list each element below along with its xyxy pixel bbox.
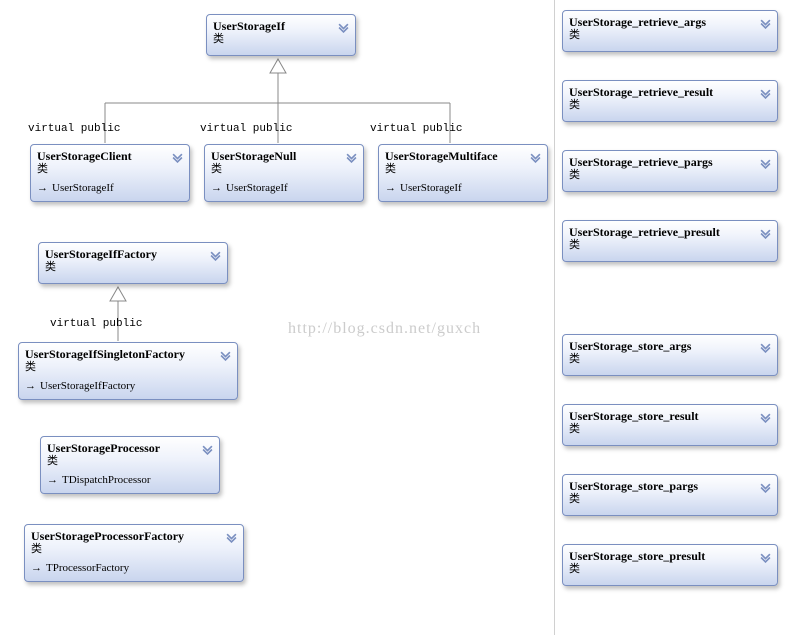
- class-stereotype: 类: [45, 261, 221, 274]
- class-title: UserStorage_retrieve_pargs: [569, 155, 771, 169]
- class-inherits: →UserStorageIf: [37, 182, 183, 194]
- class-title: UserStorage_store_pargs: [569, 479, 771, 493]
- class-stereotype: 类: [569, 563, 771, 576]
- inherit-arrow-icon: →: [37, 183, 48, 194]
- class-title: UserStorageProcessor: [47, 441, 213, 455]
- class-inherits: →UserStorageIfFactory: [25, 380, 231, 392]
- class-inherits: →TDispatchProcessor: [47, 474, 213, 486]
- class-stereotype: 类: [569, 29, 771, 42]
- class-stereotype: 类: [211, 163, 357, 176]
- class-title: UserStorageNull: [211, 149, 357, 163]
- class-inherits: →UserStorageIf: [211, 182, 357, 194]
- inheritance-label: virtual public: [370, 123, 462, 135]
- inheritance-label: virtual public: [50, 318, 142, 330]
- diagram-canvas: virtual public virtual public virtual pu…: [0, 0, 792, 635]
- class-userstorageprocessorfactory[interactable]: UserStorageProcessorFactory 类 →TProcesso…: [24, 524, 244, 582]
- class-stereotype: 类: [569, 353, 771, 366]
- inherit-arrow-icon: →: [31, 563, 42, 574]
- class-userstorageifsingletonfactory[interactable]: UserStorageIfSingletonFactory 类 →UserSto…: [18, 342, 238, 400]
- vertical-divider: [554, 0, 555, 635]
- class-title: UserStorageClient: [37, 149, 183, 163]
- inherit-arrow-icon: →: [385, 183, 396, 194]
- class-stereotype: 类: [569, 99, 771, 112]
- class-title: UserStorage_store_presult: [569, 549, 771, 563]
- class-title: UserStorageIf: [213, 19, 349, 33]
- class-title: UserStorageProcessorFactory: [31, 529, 237, 543]
- class-userstorageclient[interactable]: UserStorageClient 类 →UserStorageIf: [30, 144, 190, 202]
- class-stereotype: 类: [37, 163, 183, 176]
- class-store-args[interactable]: UserStorage_store_args 类: [562, 334, 778, 376]
- inherit-arrow-icon: →: [47, 475, 58, 486]
- class-store-result[interactable]: UserStorage_store_result 类: [562, 404, 778, 446]
- class-retrieve-pargs[interactable]: UserStorage_retrieve_pargs 类: [562, 150, 778, 192]
- class-stereotype: 类: [569, 239, 771, 252]
- class-inherits: →UserStorageIf: [385, 182, 541, 194]
- watermark-text: http://blog.csdn.net/guxch: [288, 320, 481, 338]
- class-title: UserStorageIfSingletonFactory: [25, 347, 231, 361]
- class-retrieve-args[interactable]: UserStorage_retrieve_args 类: [562, 10, 778, 52]
- class-store-presult[interactable]: UserStorage_store_presult 类: [562, 544, 778, 586]
- class-store-pargs[interactable]: UserStorage_store_pargs 类: [562, 474, 778, 516]
- class-userstorageiffactory[interactable]: UserStorageIfFactory 类: [38, 242, 228, 284]
- class-title: UserStorage_retrieve_presult: [569, 225, 771, 239]
- class-stereotype: 类: [385, 163, 541, 176]
- class-stereotype: 类: [569, 423, 771, 436]
- inherit-arrow-icon: →: [25, 381, 36, 392]
- class-retrieve-presult[interactable]: UserStorage_retrieve_presult 类: [562, 220, 778, 262]
- class-userstorageprocessor[interactable]: UserStorageProcessor 类 →TDispatchProcess…: [40, 436, 220, 494]
- class-retrieve-result[interactable]: UserStorage_retrieve_result 类: [562, 80, 778, 122]
- inheritance-label: virtual public: [200, 123, 292, 135]
- inheritance-label: virtual public: [28, 123, 120, 135]
- class-title: UserStorageIfFactory: [45, 247, 221, 261]
- class-title: UserStorageMultiface: [385, 149, 541, 163]
- class-stereotype: 类: [569, 493, 771, 506]
- class-userstoragenull[interactable]: UserStorageNull 类 →UserStorageIf: [204, 144, 364, 202]
- class-stereotype: 类: [25, 361, 231, 374]
- class-inherits: →TProcessorFactory: [31, 562, 237, 574]
- class-stereotype: 类: [31, 543, 237, 556]
- class-title: UserStorage_store_result: [569, 409, 771, 423]
- class-userstorageif[interactable]: UserStorageIf 类: [206, 14, 356, 56]
- class-stereotype: 类: [569, 169, 771, 182]
- class-title: UserStorage_store_args: [569, 339, 771, 353]
- class-stereotype: 类: [47, 455, 213, 468]
- class-stereotype: 类: [213, 33, 349, 46]
- class-title: UserStorage_retrieve_result: [569, 85, 771, 99]
- class-title: UserStorage_retrieve_args: [569, 15, 771, 29]
- class-userstoragemultiface[interactable]: UserStorageMultiface 类 →UserStorageIf: [378, 144, 548, 202]
- inherit-arrow-icon: →: [211, 183, 222, 194]
